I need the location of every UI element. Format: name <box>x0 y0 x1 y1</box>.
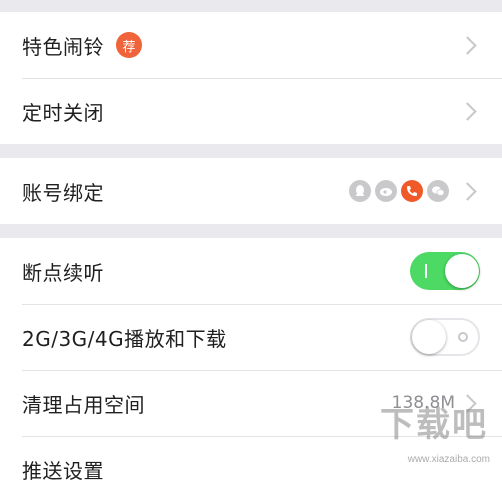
mobile-data-toggle[interactable] <box>410 318 480 356</box>
row-account-binding[interactable]: 账号绑定 <box>0 158 502 224</box>
chevron-right-icon <box>458 181 477 201</box>
toggle-knob <box>445 254 479 288</box>
row-push-settings[interactable]: 推送设置 <box>0 436 502 502</box>
top-gap <box>0 0 502 12</box>
row-resume-playback: 断点续听 <box>0 238 502 304</box>
row-clear-storage[interactable]: 清理占用空间 138.8M <box>0 370 502 436</box>
row-label: 推送设置 <box>22 458 104 483</box>
chevron-right-icon <box>458 101 477 121</box>
row-label: 2G/3G/4G播放和下载 <box>22 326 227 351</box>
section-gap <box>0 224 502 238</box>
row-special-alarm[interactable]: 特色闹铃 荐 <box>0 12 502 78</box>
storage-value: 138.8M <box>391 393 455 413</box>
phone-icon[interactable] <box>401 180 423 202</box>
row-label: 断点续听 <box>22 260 104 285</box>
row-label: 账号绑定 <box>22 180 104 205</box>
chevron-right-icon <box>458 393 477 413</box>
settings-group-2: 账号绑定 <box>0 158 502 224</box>
chevron-right-icon <box>458 35 477 55</box>
toggle-knob <box>412 320 446 354</box>
toggle-off-mark <box>458 332 468 342</box>
section-gap <box>0 144 502 158</box>
row-mobile-data: 2G/3G/4G播放和下载 <box>0 304 502 370</box>
settings-group-1: 特色闹铃 荐 定时关闭 <box>0 12 502 144</box>
row-label: 清理占用空间 <box>22 392 145 417</box>
toggle-on-mark <box>425 264 427 278</box>
social-icons <box>349 180 449 202</box>
recommend-badge: 荐 <box>116 32 142 58</box>
weibo-icon[interactable] <box>375 180 397 202</box>
resume-toggle[interactable] <box>410 252 480 290</box>
qq-icon[interactable] <box>349 180 371 202</box>
row-label: 特色闹铃 <box>22 34 104 59</box>
settings-group-3: 断点续听 2G/3G/4G播放和下载 清理占用空间 138.8M 推送设置 <box>0 238 502 502</box>
row-label: 定时关闭 <box>22 100 104 125</box>
wechat-icon[interactable] <box>427 180 449 202</box>
row-timer-off[interactable]: 定时关闭 <box>0 78 502 144</box>
